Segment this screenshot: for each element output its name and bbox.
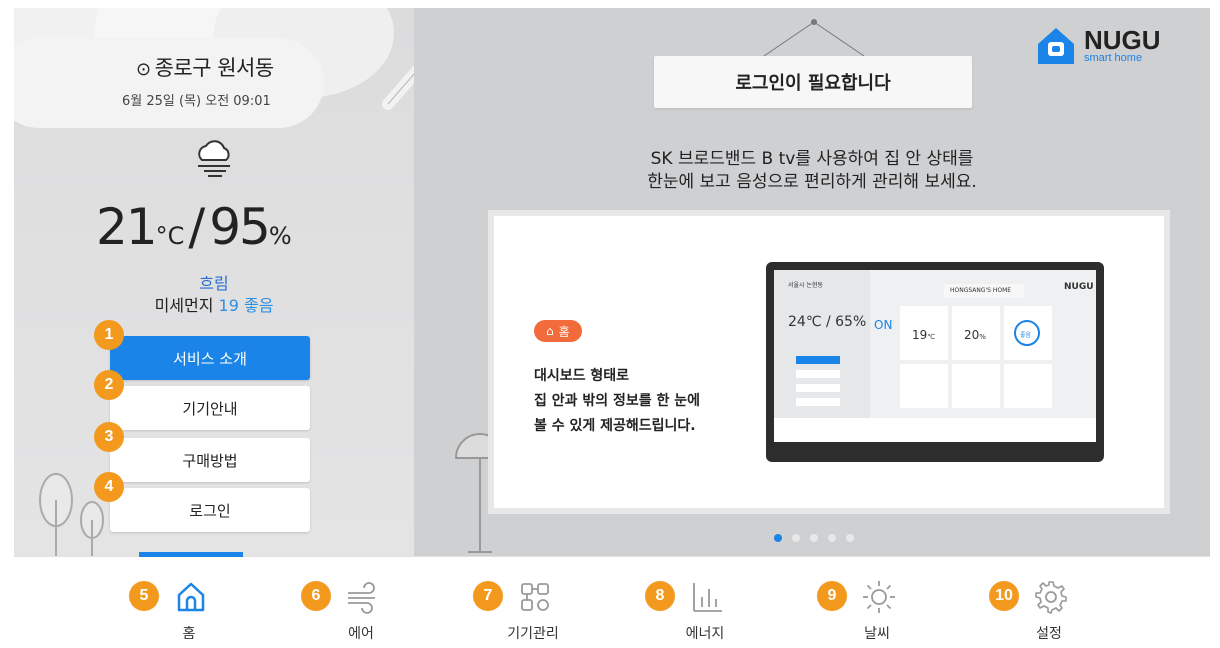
menu-service-intro-button[interactable]: 서비스 소개 [110, 336, 310, 380]
wind-icon [348, 582, 375, 614]
nugu-smarthome-logo: NUGU smart home [1034, 24, 1161, 68]
tv-tile [1004, 364, 1052, 408]
callout-badge-4: 4 [94, 472, 124, 502]
tv-menu-item [796, 384, 840, 392]
callout-badge-1: 1 [94, 320, 124, 350]
slide-home-tag: ⌂ 홈 [534, 320, 582, 342]
callout-badge-10: 10 [989, 581, 1019, 611]
nav-settings[interactable]: 10 설정 [989, 557, 1109, 646]
tv-on-label: ON [874, 318, 893, 332]
tv-tile-2-value: 20 [964, 328, 980, 342]
slide-caption-line-1: 대시보드 형태로 [534, 368, 630, 384]
humidity-unit: % [268, 222, 292, 250]
tv-tile [952, 364, 1000, 408]
callout-badge-3: 3 [94, 422, 124, 452]
slide-caption-line-2: 집 안과 밖의 정보를 한 눈에 [534, 393, 701, 409]
tv-home-name: HONGSANG'S HOME [950, 287, 1012, 294]
tv-tile-1-unit: ℃ [927, 333, 936, 341]
callout-badge-6: 6 [301, 581, 331, 611]
tv-menu-item [796, 398, 840, 406]
fine-dust-status: 미세먼지 19 좋음 [14, 292, 414, 316]
temperature-humidity: 21°C/95% [96, 198, 292, 256]
callout-badge-7: 7 [473, 581, 503, 611]
nav-devices[interactable]: 7 기기관리 [473, 557, 593, 646]
menu-device-guide-button[interactable]: 기기안내 [110, 386, 310, 430]
service-description: SK 브로드밴드 B tv를 사용하여 집 안 상태를 한눈에 보고 음성으로 … [414, 148, 1210, 194]
nugu-house-icon [1038, 28, 1074, 64]
pagination-dot[interactable] [828, 534, 836, 542]
tv-tile-3-label: 좋음 [1020, 332, 1032, 339]
tv-dashboard-preview: 서울시 논현동 24℃ / 65% HONGSANG'S HOME NUGU O… [774, 270, 1096, 442]
nav-energy-label: 에너지 [685, 626, 725, 642]
tv-menu-item [796, 370, 840, 378]
weather-condition: 흐림 [199, 274, 229, 293]
sun-icon [863, 581, 895, 613]
main-content: 로그인이 필요합니다 SK 브로드밴드 B tv를 사용하여 집 안 상태를 한… [414, 8, 1210, 556]
login-required-sign: 로그인이 필요합니다 [654, 56, 972, 108]
nav-home[interactable]: 5 홈 [129, 557, 249, 646]
home-tag-icon: ⌂ [546, 324, 554, 338]
fine-dust-label: 미세먼지 [154, 296, 214, 315]
nav-energy[interactable]: 8 에너지 [645, 557, 765, 646]
tv-tile-value: 19℃ [912, 328, 935, 342]
callout-badge-8: 8 [645, 581, 675, 611]
tv-tile-value: 20% [964, 328, 986, 342]
home-icon [177, 582, 205, 612]
description-line-1: SK 브로드밴드 B tv를 사용하여 집 안 상태를 [650, 149, 974, 169]
slide-pagination [774, 534, 854, 542]
energy-chart-icon [693, 583, 722, 612]
menu-purchase-button[interactable]: 구매방법 [110, 438, 310, 482]
location-name: 종로구 원서동 [154, 56, 275, 80]
nav-air[interactable]: 6 에어 [301, 557, 421, 646]
tv-temp: 24℃ / 65% [788, 314, 867, 330]
cloudy-weather-icon [198, 140, 230, 177]
tv-location: 서울시 논현동 [788, 282, 824, 289]
temperature-unit: °C [155, 222, 185, 250]
app-screen: ⊙ 종로구 원서동 6월 25일 (목) 오전 09:01 21°C/95% 흐림… [14, 8, 1210, 646]
location-pin-icon: ⊙ [136, 59, 151, 80]
fine-dust-value: 19 좋음 [218, 296, 274, 315]
tv-tile [900, 364, 948, 408]
temperature-value: 21 [96, 198, 158, 256]
pagination-dot[interactable] [810, 534, 818, 542]
pagination-dot[interactable] [846, 534, 854, 542]
callout-badge-5: 5 [129, 581, 159, 611]
slide-caption-line-3: 볼 수 있게 제공해드립니다. [534, 418, 696, 434]
tv-tile-2-unit: % [979, 333, 986, 341]
callout-badge-2: 2 [94, 370, 124, 400]
brand-name: NUGU [1084, 25, 1161, 55]
nav-devices-label: 기기관리 [507, 626, 559, 642]
bottom-navigation: 5 홈 6 에어 7 기기관리 8 에너지 9 날씨 10 설정 [14, 552, 1210, 646]
slide-tag-label: 홈 [558, 324, 570, 339]
date-time: 6월 25일 (목) 오전 09:01 [122, 94, 271, 109]
location-label[interactable]: ⊙ 종로구 원서동 [136, 52, 274, 82]
callout-badge-9: 9 [817, 581, 847, 611]
sign-hanger [763, 19, 865, 57]
tv-preview-image: 서울시 논현동 24℃ / 65% HONGSANG'S HOME NUGU O… [766, 262, 1104, 462]
tv-bottom-nav [774, 418, 1096, 442]
slide-caption: 대시보드 형태로 집 안과 밖의 정보를 한 눈에 볼 수 있게 제공해드립니다… [534, 364, 700, 439]
nav-settings-label: 설정 [1036, 626, 1062, 642]
tv-menu-active [796, 356, 840, 364]
nav-weather[interactable]: 9 날씨 [817, 557, 937, 646]
nav-air-label: 에어 [348, 626, 374, 642]
description-line-2: 한눈에 보고 음성으로 편리하게 관리해 보세요. [647, 172, 977, 192]
tv-brand: NUGU [1064, 282, 1094, 292]
humidity-value: 95 [209, 198, 271, 256]
gear-icon [1035, 581, 1067, 614]
tv-tile-1-value: 19 [912, 328, 928, 342]
pagination-dot[interactable] [774, 534, 782, 542]
weather-panel: ⊙ 종로구 원서동 6월 25일 (목) 오전 09:01 21°C/95% 흐림… [14, 8, 414, 556]
menu-login-button[interactable]: 로그인 [110, 488, 310, 532]
pagination-dot[interactable] [792, 534, 800, 542]
nav-weather-label: 날씨 [864, 626, 890, 642]
devices-icon [521, 583, 549, 611]
separator: / [188, 198, 206, 256]
intro-slide[interactable]: ⌂ 홈 대시보드 형태로 집 안과 밖의 정보를 한 눈에 볼 수 있게 제공해드… [494, 216, 1164, 508]
nav-home-label: 홈 [182, 626, 196, 642]
